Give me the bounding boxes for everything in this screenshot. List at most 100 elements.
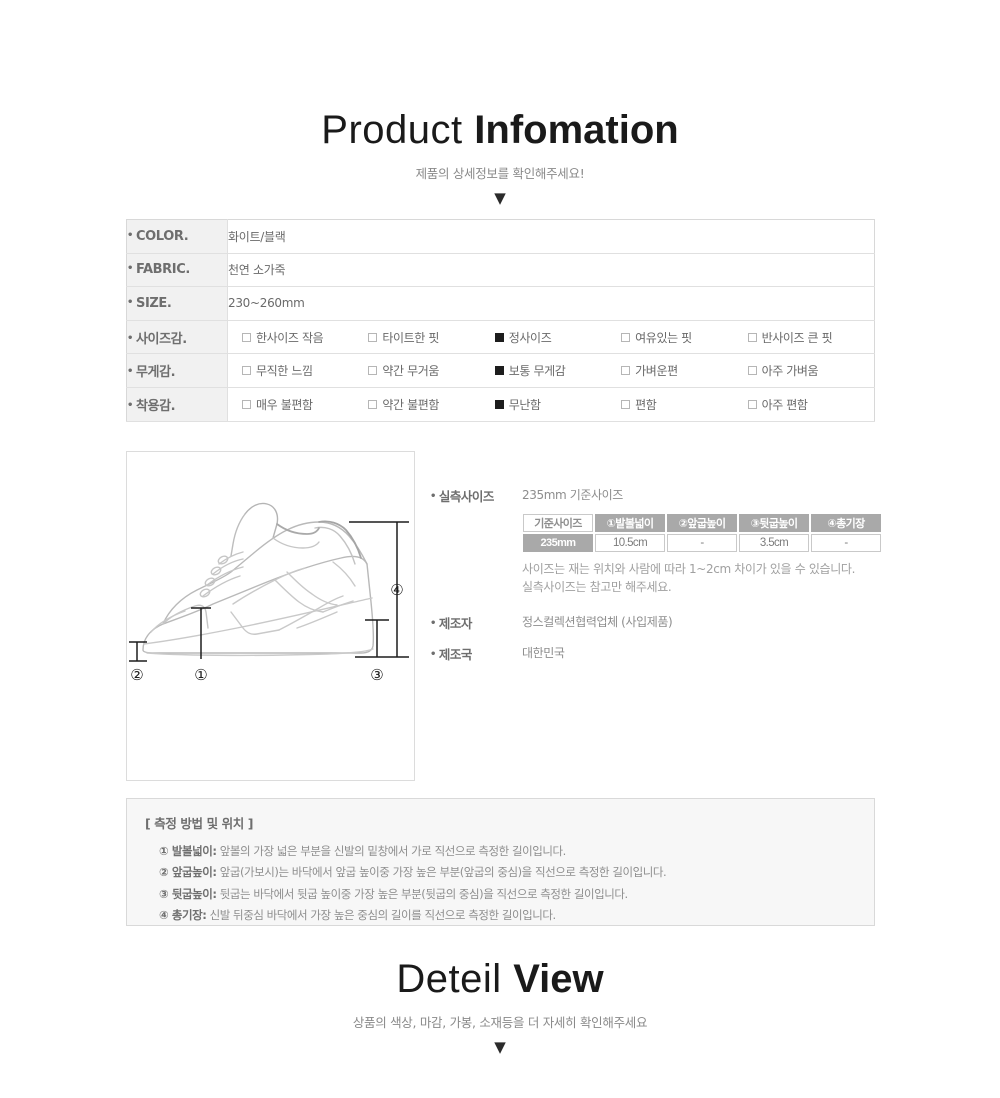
bullet-icon: • — [127, 263, 133, 275]
note-item-3-key: ③ 뒷굽높이: — [159, 886, 217, 901]
checkbox-checked-icon[interactable] — [494, 332, 504, 342]
product-information-heading: Product Infomation 제품의 상세정보를 확인해주세요! ▼ — [0, 108, 1000, 206]
fit-option-3-label: 여유있는 핏 — [635, 330, 692, 345]
comfort-option-group: 매우 불편함 약간 불편함 무난함 편함 아주 편함 — [228, 396, 874, 413]
notes-title: [ 측정 방법 및 위치 ] — [145, 816, 254, 831]
checkbox-icon[interactable] — [747, 366, 757, 376]
weight-option-1[interactable]: 약간 무거움 — [368, 362, 494, 379]
note-item-2-text: 앞굽(가보시)는 바닥에서 앞굽 높이중 가장 높은 부분(앞굽의 중심)을 직… — [216, 865, 667, 880]
fit-option-4-label: 반사이즈 큰 핏 — [761, 330, 833, 345]
shoe-measurement-diagram: ① ② ③ ④ — [126, 451, 415, 781]
size-table-value-row: 235mm 10.5cm - 3.5cm - — [523, 533, 881, 552]
checkbox-icon[interactable] — [242, 332, 251, 342]
comfort-option-3[interactable]: 편함 — [621, 396, 747, 413]
size-value-1: 10.5cm — [595, 533, 665, 552]
checkbox-icon[interactable] — [621, 399, 631, 409]
fit-option-2[interactable]: 정사이즈 — [494, 329, 621, 346]
weight-option-0[interactable]: 무직한 느낌 — [242, 362, 368, 379]
table-row-comfort: • 착용감. 매우 불편함 약간 불편함 무난함 편함 아주 편함 — [126, 387, 875, 422]
size-value-0: 235mm — [523, 533, 593, 552]
weight-option-0-label: 무직한 느낌 — [256, 364, 313, 379]
shoe-marker-4: ④ — [390, 581, 403, 599]
spec-label-fabric-text: FABRIC. — [136, 262, 190, 278]
bullet-icon: • — [430, 491, 436, 502]
fit-option-3[interactable]: 여유있는 핏 — [621, 329, 747, 346]
checkbox-checked-icon[interactable] — [494, 399, 504, 409]
spec-label-color: • COLOR. — [126, 219, 228, 254]
size-header-0: 기준사이즈 — [523, 513, 593, 532]
actual-size-label-text: 실측사이즈 — [438, 489, 495, 504]
comfort-option-1[interactable]: 약간 불편함 — [368, 396, 494, 413]
comfort-option-0-label: 매우 불편함 — [256, 397, 313, 412]
table-row-fit: • 사이즈감. 한사이즈 작음 타이트한 핏 정사이즈 여유있는 핏 반사이즈 큰… — [126, 320, 875, 355]
checkbox-icon[interactable] — [242, 366, 251, 376]
spec-label-fabric: • FABRIC. — [126, 253, 228, 288]
measurement-info-panel: • 실측사이즈 235mm 기준사이즈 기준사이즈 ①발볼넓이 ②앞굽높이 ③뒷굽… — [430, 486, 910, 675]
note-item-1: ① 발볼넓이: 앞볼의 가장 넓은 부분을 신발의 밑창에서 가로 직선으로 측… — [145, 841, 874, 862]
checkbox-icon[interactable] — [368, 332, 378, 342]
page-title-bold: Infomation — [474, 108, 679, 152]
bullet-icon: • — [127, 366, 133, 378]
fit-option-group: 한사이즈 작음 타이트한 핏 정사이즈 여유있는 핏 반사이즈 큰 핏 — [228, 329, 874, 346]
actual-size-label: • 실측사이즈 — [430, 486, 522, 596]
fit-option-0[interactable]: 한사이즈 작음 — [242, 329, 368, 346]
note-item-4-text: 신발 뒤중심 바닥에서 가장 높은 중심의 길이를 직선으로 측정한 길이입니다… — [206, 907, 557, 922]
spec-value-color: 화이트/블랙 — [227, 219, 875, 254]
checkbox-icon[interactable] — [621, 366, 631, 376]
note-item-3-text: 뒷굽는 바닥에서 뒷굽 높이중 가장 높은 부분(뒷굽의 중심)을 직선으로 측… — [216, 886, 628, 901]
table-row-size: • SIZE. 230~260mm — [126, 286, 875, 321]
size-disclaimer-line2: 실측사이즈는 참고만 해주세요. — [522, 579, 672, 594]
checkbox-checked-icon[interactable] — [494, 366, 504, 376]
checkbox-icon[interactable] — [747, 399, 757, 409]
actual-size-content: 235mm 기준사이즈 기준사이즈 ①발볼넓이 ②앞굽높이 ③뒷굽높이 ④총기장… — [522, 486, 883, 596]
size-measurement-table: 기준사이즈 ①발볼넓이 ②앞굽높이 ③뒷굽높이 ④총기장 235mm 10.5c… — [521, 512, 883, 554]
note-item-1-key: ① 발볼넓이: — [159, 844, 217, 858]
table-row-color: • COLOR. 화이트/블랙 — [126, 219, 875, 254]
spec-value-fit: 한사이즈 작음 타이트한 핏 정사이즈 여유있는 핏 반사이즈 큰 핏 — [227, 320, 875, 355]
weight-option-4-label: 아주 가벼움 — [761, 364, 819, 379]
spec-label-fit: • 사이즈감. — [126, 320, 228, 355]
checkbox-icon[interactable] — [621, 332, 631, 342]
page-title: Product Infomation — [0, 108, 1000, 152]
weight-option-1-label: 약간 무거움 — [382, 364, 440, 379]
weight-option-3-label: 가벼운편 — [635, 364, 678, 379]
spec-label-weight-text: 무게감. — [136, 365, 176, 381]
size-disclaimer-line1: 사이즈는 재는 위치와 사람에 따라 1~2cm 차이가 있을 수 있습니다. — [522, 561, 856, 576]
comfort-option-3-label: 편함 — [635, 397, 657, 412]
actual-size-row: • 실측사이즈 235mm 기준사이즈 기준사이즈 ①발볼넓이 ②앞굽높이 ③뒷굽… — [430, 486, 910, 596]
product-spec-table: • COLOR. 화이트/블랙 • FABRIC. 천연 소가죽 • SIZE. 23… — [126, 219, 875, 422]
weight-option-2[interactable]: 보통 무게감 — [494, 362, 621, 379]
note-item-1-text: 앞볼의 가장 넓은 부분을 신발의 밑창에서 가로 직선으로 측정한 길이입니다… — [216, 844, 567, 858]
checkbox-icon[interactable] — [368, 366, 378, 376]
base-size-text: 235mm 기준사이즈 — [522, 488, 623, 502]
checkbox-icon[interactable] — [368, 399, 378, 409]
detail-title: Deteil View — [0, 957, 1000, 1001]
checkbox-icon[interactable] — [242, 399, 251, 409]
size-header-3: ③뒷굽높이 — [739, 513, 809, 532]
bullet-icon: • — [127, 399, 133, 411]
fit-option-0-label: 한사이즈 작음 — [256, 330, 324, 345]
comfort-option-4-label: 아주 편함 — [761, 397, 808, 412]
weight-option-4[interactable]: 아주 가벼움 — [747, 362, 874, 379]
comfort-option-2[interactable]: 무난함 — [494, 396, 621, 413]
detail-title-light: Deteil — [396, 957, 514, 1001]
comfort-option-4[interactable]: 아주 편함 — [747, 396, 874, 413]
page-subtitle: 제품의 상세정보를 확인해주세요! — [415, 166, 585, 181]
spec-label-size-text: SIZE. — [136, 295, 172, 311]
note-item-4: ④ 총기장: 신발 뒤중심 바닥에서 가장 높은 중심의 길이를 직선으로 측정… — [145, 905, 874, 926]
fit-option-4[interactable]: 반사이즈 큰 핏 — [747, 329, 874, 346]
comfort-option-2-label: 무난함 — [508, 397, 541, 412]
size-header-4: ④총기장 — [811, 513, 881, 532]
size-table-header-row: 기준사이즈 ①발볼넓이 ②앞굽높이 ③뒷굽높이 ④총기장 — [523, 513, 881, 532]
size-value-3: 3.5cm — [739, 533, 809, 552]
checkbox-icon[interactable] — [747, 332, 757, 342]
fit-option-1[interactable]: 타이트한 핏 — [368, 329, 494, 346]
down-triangle-icon: ▼ — [494, 1038, 506, 1056]
comfort-option-1-label: 약간 불편함 — [382, 397, 440, 412]
weight-option-3[interactable]: 가벼운편 — [621, 362, 747, 379]
comfort-option-0[interactable]: 매우 불편함 — [242, 396, 368, 413]
country-row: • 제조국 대한민국 — [430, 644, 910, 663]
spec-value-comfort: 매우 불편함 약간 불편함 무난함 편함 아주 편함 — [227, 387, 875, 422]
detail-subtitle: 상품의 색상, 마감, 가봉, 소재등을 더 자세히 확인해주세요 — [352, 1015, 648, 1030]
size-value-2: - — [667, 533, 737, 552]
